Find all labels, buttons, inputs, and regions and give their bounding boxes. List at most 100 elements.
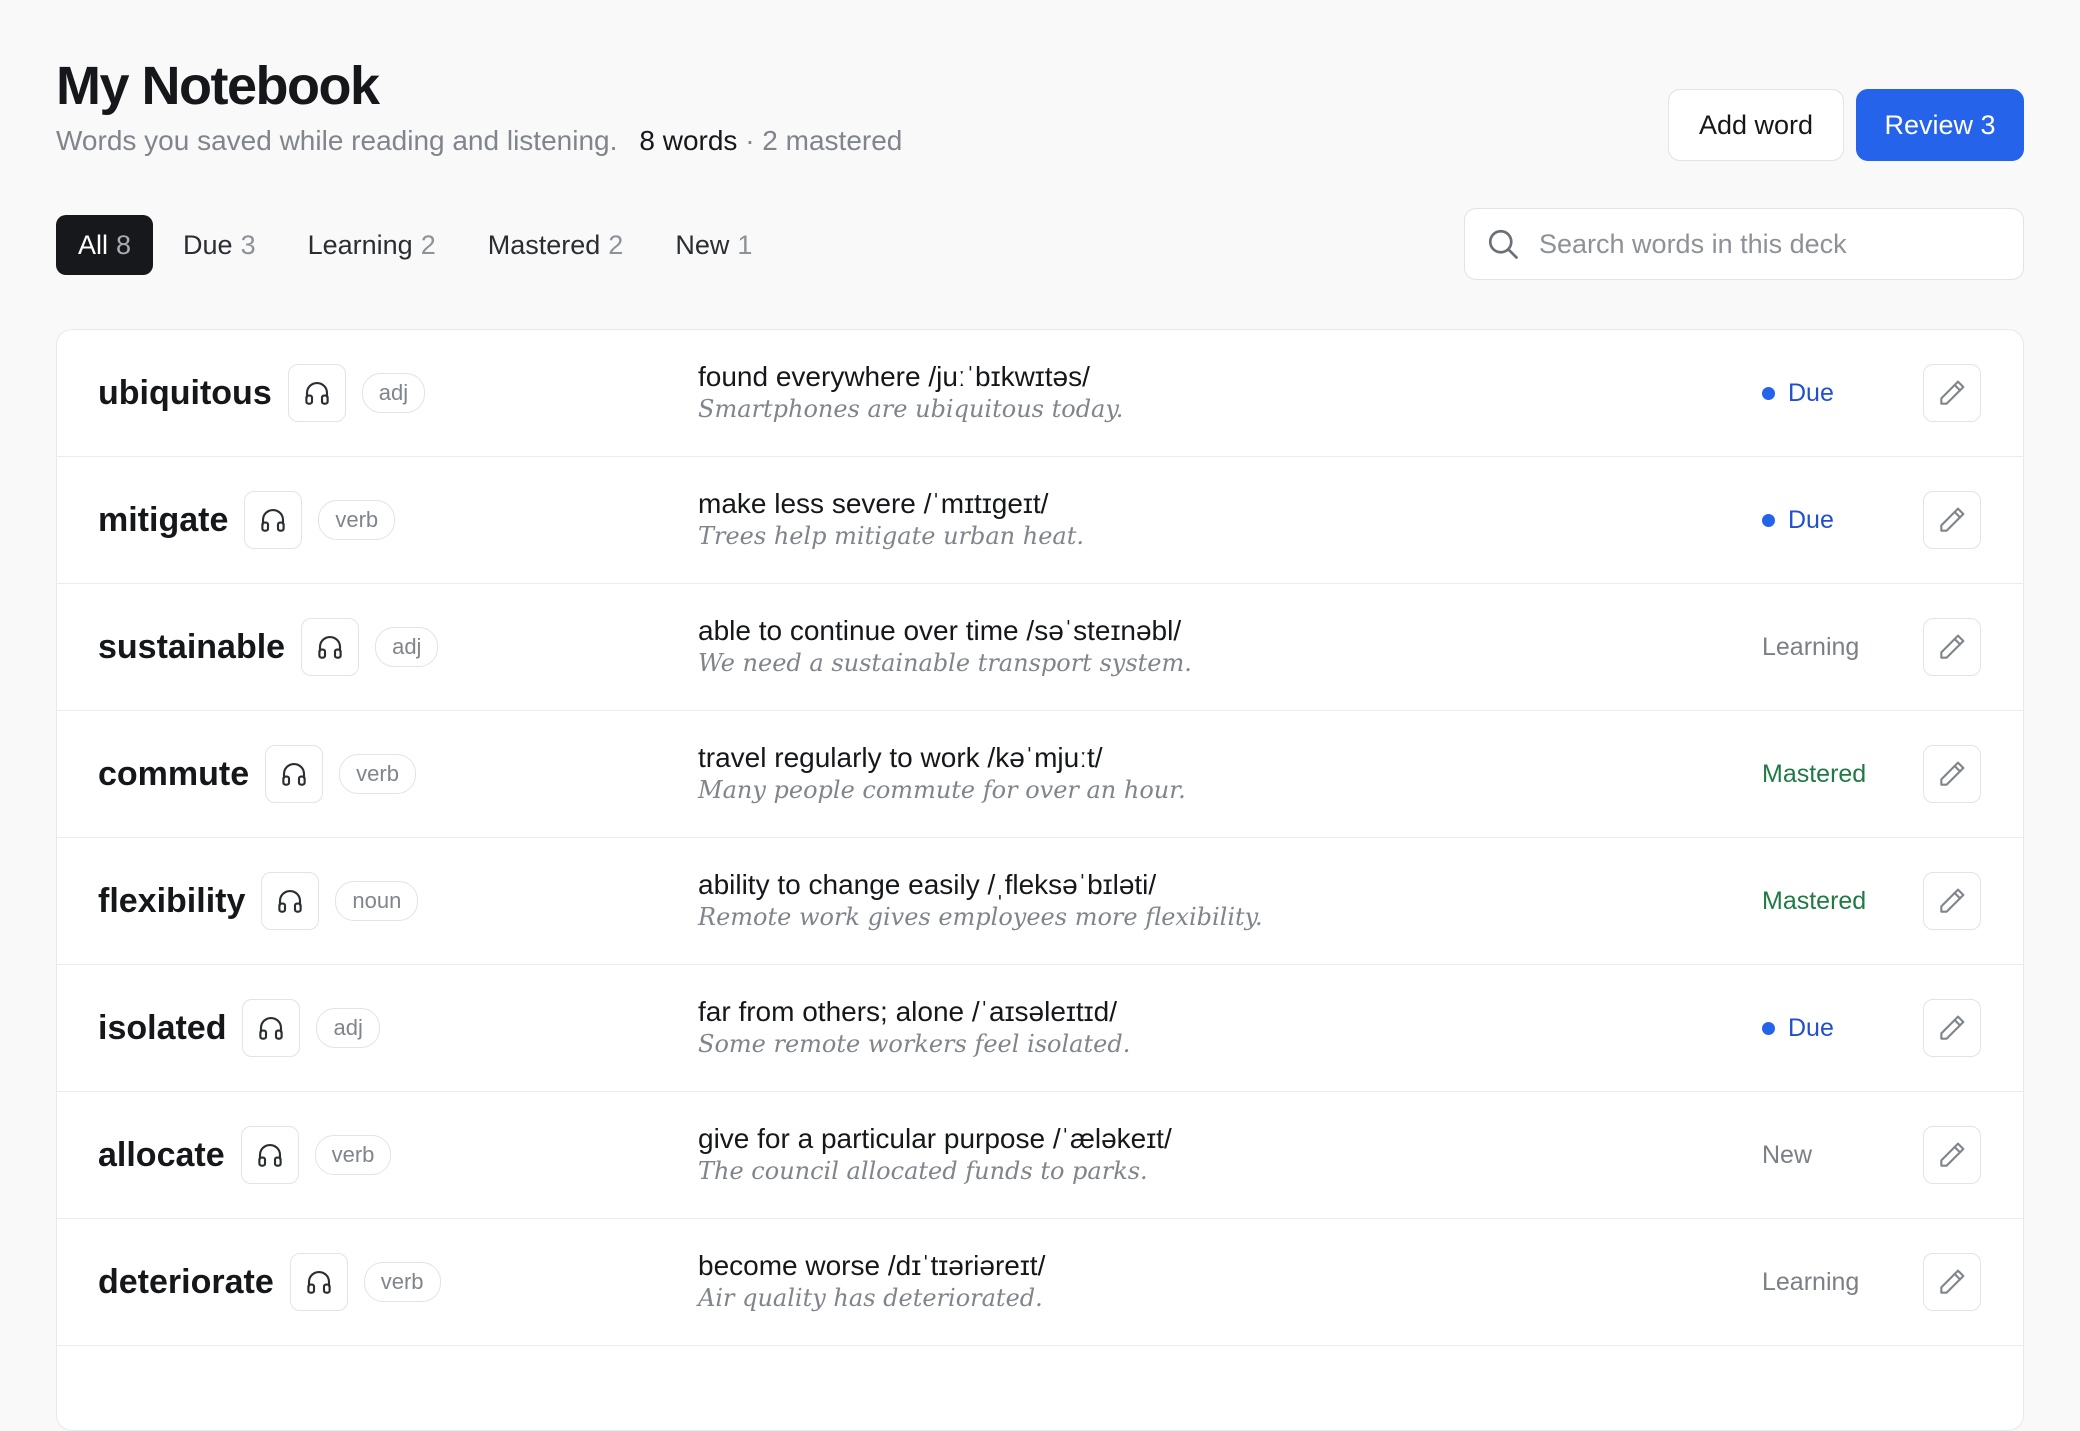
word-row[interactable]: allocate verb give for a particular purpos… [57, 1092, 2023, 1219]
word-row[interactable]: isolated adj far from others; alone /ˈaɪsə… [57, 965, 2023, 1092]
play-audio-button[interactable] [301, 618, 360, 676]
word-row[interactable]: mitigate verb make less severe /ˈmɪtɪɡeɪt/… [57, 457, 2023, 584]
word-row[interactable]: deteriorate verb become worse /dɪˈtɪəriəre… [57, 1219, 2023, 1346]
status-label: Learning [1762, 632, 1860, 661]
tab-count: 2 [420, 229, 436, 260]
word-text: allocate [98, 1135, 225, 1174]
definition-cell: travel regularly to work /kəˈmjuːt/Many … [698, 741, 1186, 805]
word-row[interactable]: ubiquitous adj found everywhere /juːˈbɪkwɪ… [57, 330, 2023, 457]
tab-label: Mastered [487, 229, 601, 260]
headphones-icon [275, 886, 305, 916]
tab-all[interactable]: All 8 [56, 215, 154, 275]
part-of-speech-badge: verb [339, 754, 416, 794]
edit-word-button[interactable] [1923, 999, 1981, 1057]
pencil-icon [1936, 631, 1968, 663]
play-audio-button[interactable] [287, 364, 346, 422]
mastered-count: · 2 mastered [745, 125, 903, 156]
status-badge: Due [1762, 330, 1834, 456]
word-cell: isolated adj [98, 965, 380, 1091]
status-label: Due [1788, 378, 1834, 407]
status-label: Mastered [1762, 886, 1867, 915]
word-count: 8 words [639, 125, 738, 156]
status-badge: New [1762, 1092, 1812, 1218]
edit-word-button[interactable] [1923, 618, 1981, 676]
part-of-speech-badge: adj [375, 627, 439, 667]
word-row[interactable]: sustainable adj able to continue over time… [57, 584, 2023, 711]
headphones-icon [258, 505, 288, 535]
word-cell: deteriorate verb [98, 1219, 441, 1345]
definition-cell: far from others; alone /ˈaɪsəleɪtɪd/Some… [698, 995, 1130, 1059]
definition-text: become worse /dɪˈtɪəriəreɪt/ [698, 1250, 1046, 1281]
word-text: mitigate [98, 500, 229, 539]
add-word-button[interactable]: Add word [1668, 89, 1844, 161]
tab-count: 1 [737, 229, 753, 260]
definition-cell: found everywhere /juːˈbɪkwɪtəs/Smartphon… [698, 360, 1123, 424]
example-sentence: Some remote workers feel isolated. [698, 1030, 1131, 1058]
play-audio-button[interactable] [289, 1253, 348, 1311]
status-badge: Learning [1762, 1219, 1859, 1345]
word-row[interactable]: commute verb travel regularly to work /kəˈ… [57, 711, 2023, 838]
status-label: Due [1788, 505, 1834, 534]
status-label: Mastered [1762, 759, 1867, 788]
page-header: My Notebook Words you saved while readin… [56, 56, 2024, 176]
play-audio-button[interactable] [240, 1126, 299, 1184]
definition-cell: ability to change easily /ˌfleksəˈbɪləti… [698, 868, 1263, 932]
example-sentence: Many people commute for over an hour. [698, 776, 1186, 804]
part-of-speech-badge: verb [314, 1135, 392, 1175]
tab-learning[interactable]: Learning 2 [286, 215, 458, 275]
word-cell: mitigate verb [98, 457, 396, 583]
toolbar: All 8 Due 3 Learning 2 Mastered 2 New 1 [56, 208, 2024, 280]
edit-word-button[interactable] [1923, 872, 1981, 930]
word-cell: flexibility noun [98, 838, 419, 964]
edit-word-button[interactable] [1923, 1253, 1981, 1311]
status-badge: Mastered [1762, 838, 1866, 964]
word-row[interactable]: flexibility noun ability to change easily … [57, 838, 2023, 965]
status-badge: Due [1762, 457, 1834, 583]
word-list: ubiquitous adj found everywhere /juːˈbɪkwɪ… [56, 329, 2024, 1431]
edit-word-button[interactable] [1923, 745, 1981, 803]
filter-tabs: All 8 Due 3 Learning 2 Mastered 2 New 1 [56, 215, 774, 275]
tab-label: All [78, 229, 109, 260]
edit-word-button[interactable] [1923, 491, 1981, 549]
tab-label: Due [183, 229, 233, 260]
tab-mastered[interactable]: Mastered 2 [466, 215, 646, 275]
review-button[interactable]: Review 3 [1856, 89, 2024, 161]
definition-text: travel regularly to work /kəˈmjuːt/ [698, 742, 1103, 773]
search-input[interactable] [1537, 227, 2001, 261]
edit-word-button[interactable] [1923, 1126, 1981, 1184]
definition-text: ability to change easily /ˌfleksəˈbɪləti… [698, 869, 1157, 900]
play-audio-button[interactable] [265, 745, 324, 803]
play-audio-button[interactable] [244, 491, 303, 549]
definition-cell: give for a particular purpose /ˈæləkeɪt/… [698, 1122, 1172, 1186]
headphones-icon [302, 378, 332, 408]
word-cell: ubiquitous adj [98, 330, 426, 456]
play-audio-button[interactable] [261, 872, 320, 930]
pencil-icon [1936, 1139, 1968, 1171]
search-box[interactable] [1464, 208, 2024, 280]
pencil-icon [1936, 1012, 1968, 1044]
word-text: commute [98, 754, 250, 793]
edit-word-button[interactable] [1923, 364, 1981, 422]
word-text: ubiquitous [98, 373, 272, 412]
tab-count: 3 [240, 229, 256, 260]
status-badge: Learning [1762, 584, 1859, 710]
pencil-icon [1936, 1266, 1968, 1298]
definition-text: able to continue over time /səˈsteɪnəbl/ [698, 615, 1182, 646]
headphones-icon [315, 632, 345, 662]
headphones-icon [279, 759, 309, 789]
play-audio-button[interactable] [242, 999, 301, 1057]
word-text: sustainable [98, 627, 286, 666]
tab-due[interactable]: Due 3 [161, 215, 278, 275]
tab-new[interactable]: New 1 [653, 215, 774, 275]
headphones-icon [304, 1267, 334, 1297]
page-title: My Notebook [56, 56, 380, 116]
pencil-icon [1936, 504, 1968, 536]
tab-count: 8 [116, 229, 132, 260]
status-label: New [1762, 1140, 1813, 1169]
status-dot [1762, 513, 1775, 527]
word-cell: sustainable adj [98, 584, 439, 710]
definition-text: make less severe /ˈmɪtɪɡeɪt/ [698, 488, 1049, 519]
pencil-icon [1936, 377, 1968, 409]
example-sentence: Trees help mitigate urban heat. [698, 522, 1084, 550]
word-text: flexibility [98, 881, 246, 920]
